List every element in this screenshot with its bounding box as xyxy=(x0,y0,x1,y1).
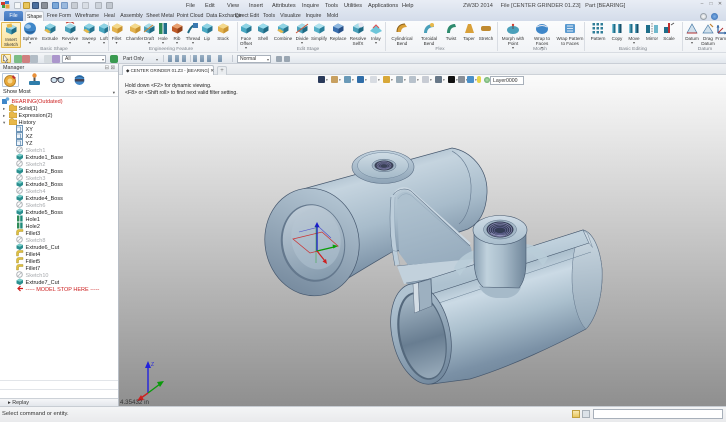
svg-text:Z: Z xyxy=(151,362,154,368)
